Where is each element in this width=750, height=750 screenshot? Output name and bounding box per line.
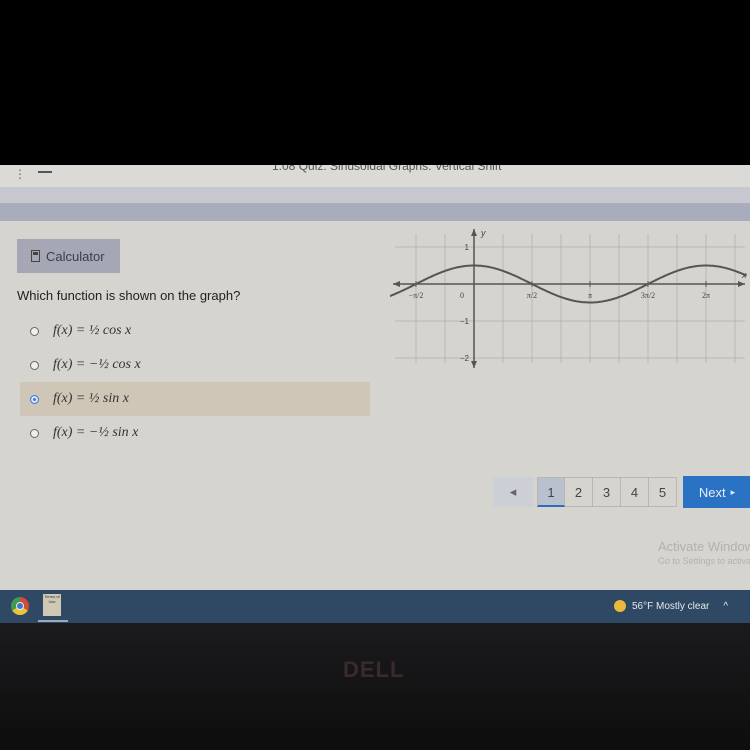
y-tick-label: 1 — [465, 243, 470, 252]
page-button-2[interactable]: 2 — [565, 477, 593, 507]
play-icon: ▸ — [730, 486, 736, 497]
watermark-title: Activate Windows — [658, 539, 750, 554]
calculator-icon — [31, 250, 40, 262]
calculator-label: Calculator — [46, 248, 105, 264]
graph-grid — [393, 229, 745, 368]
terms-of-use-app-icon[interactable]: Terms of Use — [43, 594, 61, 616]
next-label: Next — [698, 484, 726, 500]
radio-button-checked[interactable] — [30, 394, 39, 404]
calculator-button[interactable]: Calculator — [17, 239, 120, 273]
x-axis-label: x — [741, 270, 747, 280]
x-axis-arrow — [393, 281, 400, 287]
lesson-header: ⋮ 1.08 Quiz: Sinusoidal Graphs: Vertical… — [0, 165, 750, 187]
prev-page-button[interactable]: ◂ — [493, 477, 533, 507]
page-button-3[interactable]: 3 — [593, 477, 621, 507]
moon-icon — [614, 600, 626, 612]
option-formula: f(x) = ½ sin x — [53, 391, 129, 406]
radio-button[interactable] — [30, 360, 39, 370]
y-tick-label: −2 — [460, 354, 470, 363]
y-tick-label: −1 — [460, 317, 470, 326]
x-tick-label: −π/2 — [409, 291, 424, 300]
watermark-subtitle: Go to Settings to activate Windows. — [658, 556, 750, 566]
hamburger-icon[interactable] — [38, 171, 52, 173]
browser-screen: ⋮ 1.08 Quiz: Sinusoidal Graphs: Vertical… — [0, 165, 750, 590]
weather-text: 56°F Mostly clear — [632, 600, 710, 612]
radio-button[interactable] — [30, 428, 39, 438]
x-axis-arrow — [738, 281, 745, 287]
page-button-1[interactable]: 1 — [537, 477, 565, 507]
option-formula: f(x) = −½ sin x — [53, 425, 139, 440]
y-axis-arrow — [471, 361, 477, 368]
answer-options: f(x) = ½ cos x f(x) = −½ cos x f(x) = ½ … — [20, 314, 370, 450]
header-band — [0, 187, 750, 203]
x-tick-label: π/2 — [527, 291, 537, 300]
x-tick-label: 2π — [702, 291, 710, 300]
question-text: Which function is shown on the graph? — [17, 288, 241, 303]
answer-option[interactable]: f(x) = −½ sin x — [20, 416, 370, 450]
pagination: ◂ 1 2 3 4 5 Next ▸ — [493, 476, 750, 508]
quiz-content: Calculator Which function is shown on th… — [0, 221, 750, 590]
function-graph: −π/2 0 π/2 π 3π/2 2π 1 −1 −2 x y — [390, 228, 747, 368]
chrome-icon[interactable] — [11, 597, 29, 615]
next-button[interactable]: Next ▸ — [683, 476, 750, 508]
taskbar: Terms of Use 56°F Mostly clear ^ — [0, 590, 750, 623]
dell-logo: DELL — [343, 657, 405, 682]
active-app-indicator — [38, 620, 68, 622]
activate-windows-watermark: Activate Windows Go to Settings to activ… — [658, 539, 750, 566]
progress-band — [0, 203, 750, 221]
weather-widget[interactable]: 56°F Mostly clear ^ — [614, 600, 728, 612]
menu-dots-icon[interactable]: ⋮ — [14, 167, 26, 181]
laptop-bezel — [0, 623, 750, 750]
radio-button[interactable] — [30, 326, 39, 336]
option-formula: f(x) = −½ cos x — [53, 357, 141, 372]
answer-option-selected[interactable]: f(x) = ½ sin x — [20, 382, 370, 416]
y-axis-label: y — [480, 228, 486, 238]
answer-option[interactable]: f(x) = ½ cos x — [20, 314, 370, 348]
tray-chevron-icon[interactable]: ^ — [723, 601, 728, 612]
y-axis-arrow — [471, 229, 477, 236]
answer-option[interactable]: f(x) = −½ cos x — [20, 348, 370, 382]
page-button-5[interactable]: 5 — [649, 477, 677, 507]
option-formula: f(x) = ½ cos x — [53, 323, 132, 338]
quiz-title: 1.08 Quiz: Sinusoidal Graphs: Vertical S… — [272, 165, 502, 173]
page-button-4[interactable]: 4 — [621, 477, 649, 507]
x-tick-label: 3π/2 — [641, 291, 655, 300]
x-tick-label: 0 — [460, 291, 464, 300]
x-tick-label: π — [588, 291, 592, 300]
